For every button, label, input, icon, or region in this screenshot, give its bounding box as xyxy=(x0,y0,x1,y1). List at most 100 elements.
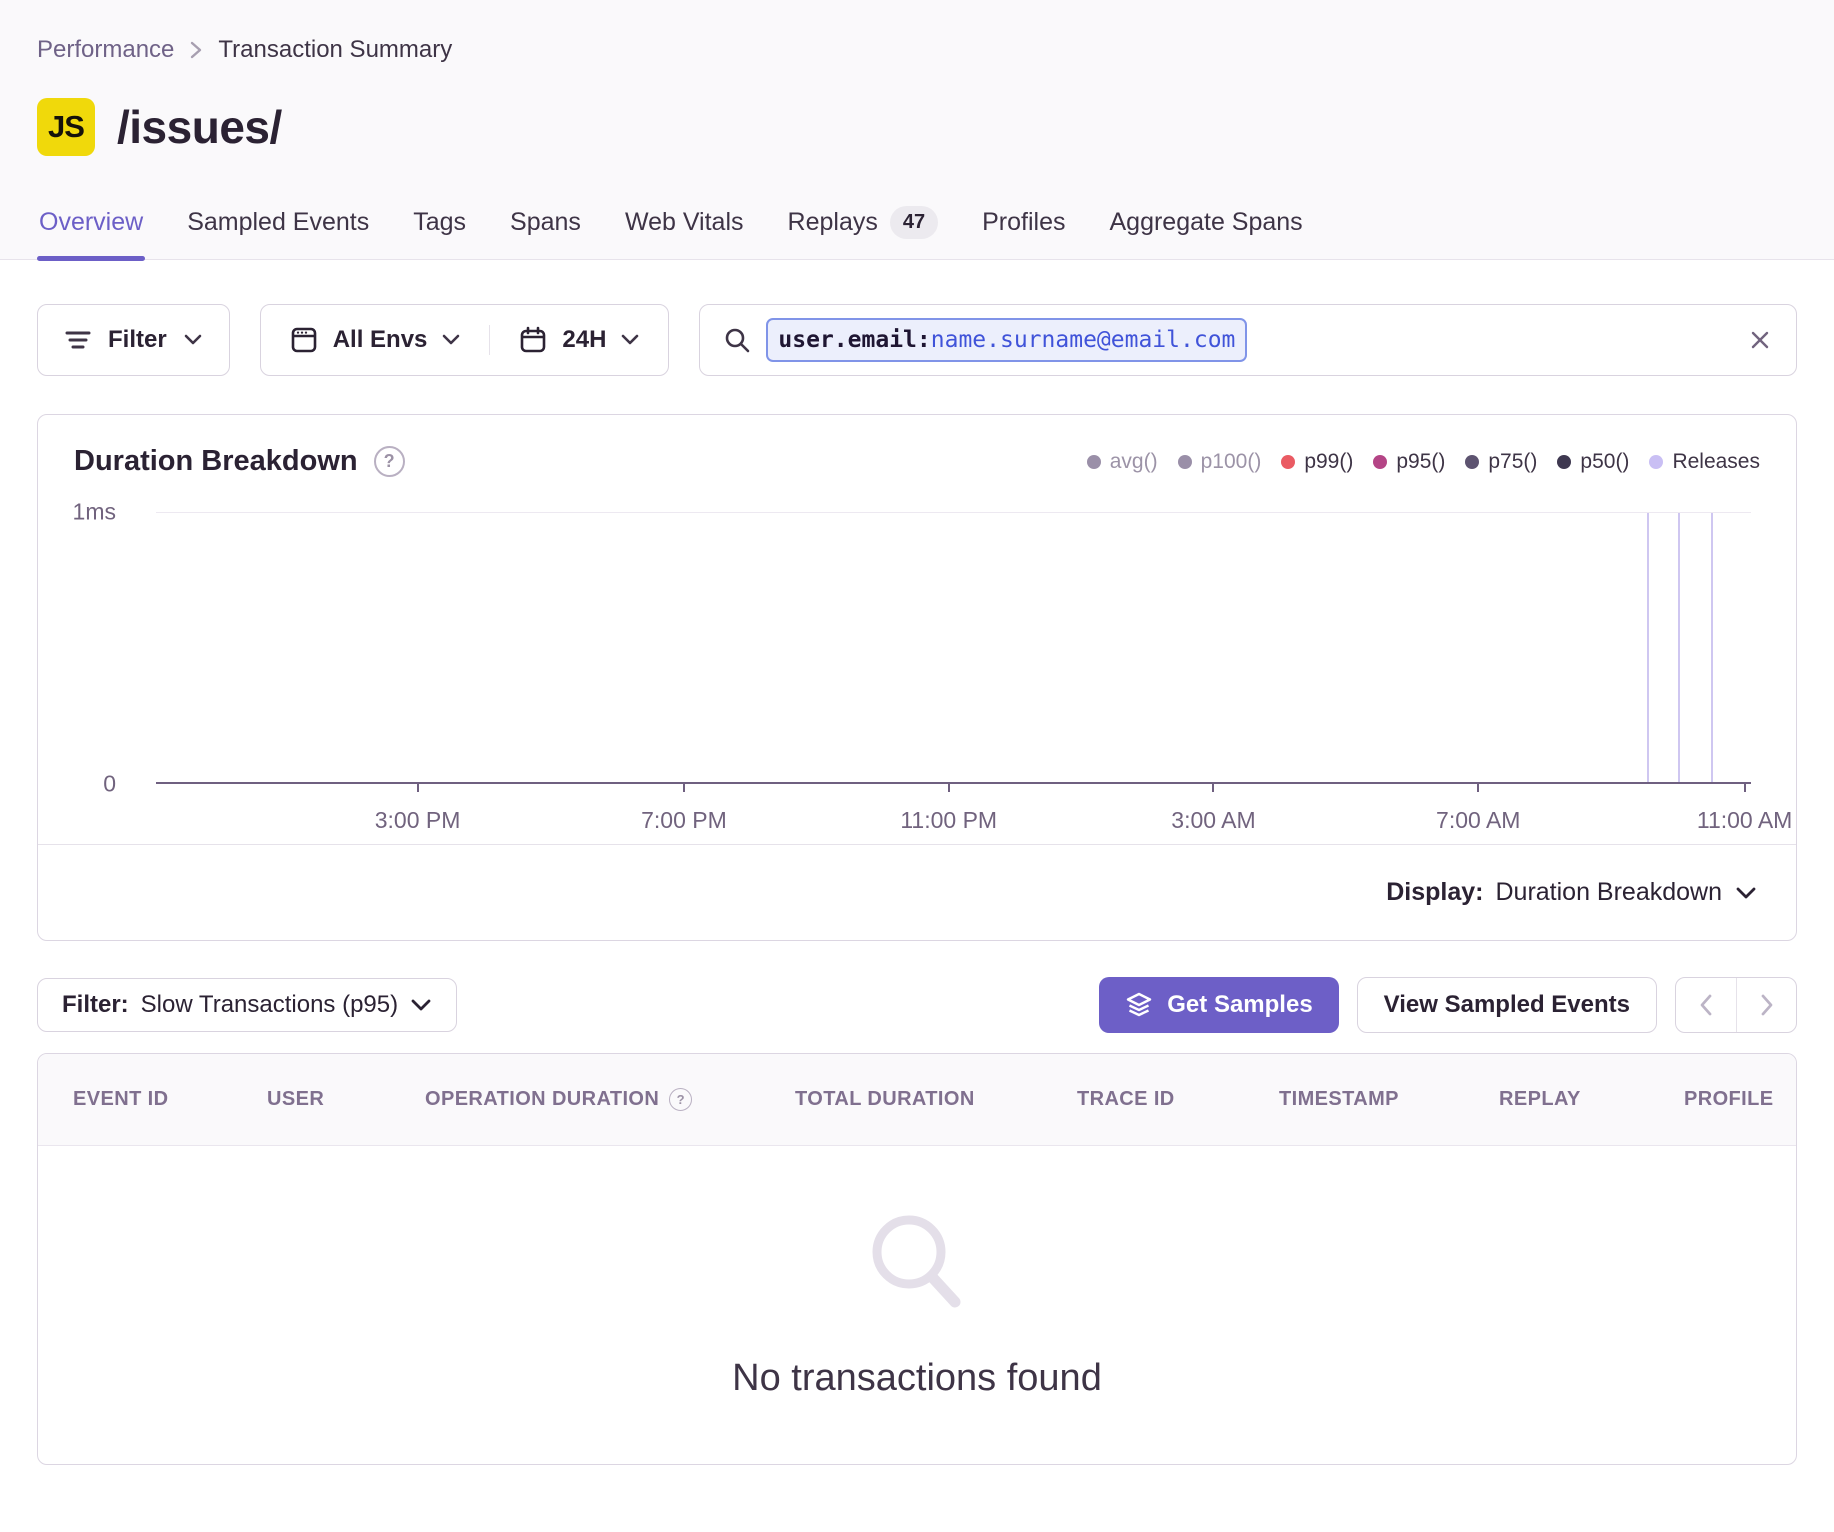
help-icon[interactable]: ? xyxy=(669,1088,692,1111)
pagination xyxy=(1675,977,1797,1033)
date-range-selector[interactable]: 24H xyxy=(489,325,668,355)
page-header: Performance Transaction Summary JS /issu… xyxy=(0,0,1834,260)
filter-bar: Filter All Envs 24H xyxy=(37,304,1797,376)
x-axis-label: 3:00 AM xyxy=(1171,807,1255,834)
tab-overview[interactable]: Overview xyxy=(37,200,145,259)
legend-dot xyxy=(1281,455,1295,469)
y-axis-label-0: 0 xyxy=(44,771,116,798)
replays-count-badge: 47 xyxy=(890,206,938,239)
x-axis-label: 7:00 AM xyxy=(1436,807,1520,834)
tab-aggregate-spans[interactable]: Aggregate Spans xyxy=(1107,200,1304,259)
x-axis-tick xyxy=(948,784,950,792)
plot: 3:00 PM 7:00 PM 11:00 PM 3:00 AM 7:00 AM… xyxy=(156,512,1751,784)
view-sampled-events-button[interactable]: View Sampled Events xyxy=(1357,977,1657,1033)
get-samples-button[interactable]: Get Samples xyxy=(1099,977,1338,1033)
duration-breakdown-panel: Duration Breakdown ? avg() p100() p99() … xyxy=(37,414,1797,941)
tab-sampled-events[interactable]: Sampled Events xyxy=(185,200,371,259)
legend-item-avg[interactable]: avg() xyxy=(1087,450,1158,474)
gridline-1ms xyxy=(156,512,1751,513)
chevron-down-icon xyxy=(410,998,432,1013)
chevron-down-icon xyxy=(441,333,461,347)
legend-dot xyxy=(1557,455,1571,469)
x-axis-label: 3:00 PM xyxy=(375,807,461,834)
empty-state: No transactions found xyxy=(38,1146,1796,1464)
legend-item-releases[interactable]: Releases xyxy=(1649,450,1760,474)
release-marker-line[interactable] xyxy=(1647,513,1649,782)
x-axis-tick xyxy=(1744,784,1746,792)
token-value: name.surname@email.com xyxy=(931,327,1236,353)
legend-item-p99[interactable]: p99() xyxy=(1281,450,1353,474)
chart-plot-area: 1ms 0 3:00 PM 7:00 PM 11:00 PM 3:00 AM 7… xyxy=(38,484,1796,844)
column-header-trace-id: TRACE ID xyxy=(1077,1088,1279,1111)
chevron-down-icon xyxy=(1734,885,1758,901)
samples-toolbar: Filter: Slow Transactions (p95) Get Samp… xyxy=(37,977,1797,1033)
page-title: /issues/ xyxy=(117,100,282,154)
display-value: Duration Breakdown xyxy=(1495,878,1722,907)
chevron-down-icon xyxy=(183,333,203,347)
environment-selector[interactable]: All Envs xyxy=(261,325,490,355)
release-marker-line[interactable] xyxy=(1678,513,1680,782)
magnifier-empty-icon xyxy=(857,1202,977,1327)
tab-bar: Overview Sampled Events Tags Spans Web V… xyxy=(37,200,1797,259)
breadcrumb: Performance Transaction Summary xyxy=(37,36,1797,64)
legend-dot xyxy=(1178,455,1192,469)
env-date-group: All Envs 24H xyxy=(260,304,670,376)
display-label: Display: xyxy=(1386,878,1483,907)
display-selector[interactable]: Display: Duration Breakdown xyxy=(38,844,1796,940)
release-marker-line[interactable] xyxy=(1711,513,1713,782)
javascript-platform-icon: JS xyxy=(37,98,95,156)
next-page-button[interactable] xyxy=(1736,978,1796,1032)
x-axis-label: 7:00 PM xyxy=(641,807,727,834)
chevron-right-icon xyxy=(188,38,204,62)
window-icon xyxy=(289,325,319,355)
x-axis-tick xyxy=(1477,784,1479,792)
tab-profiles[interactable]: Profiles xyxy=(980,200,1067,259)
legend-item-p100[interactable]: p100() xyxy=(1178,450,1262,474)
help-icon[interactable]: ? xyxy=(374,446,405,477)
legend-item-p95[interactable]: p95() xyxy=(1373,450,1445,474)
transaction-filter-dropdown[interactable]: Filter: Slow Transactions (p95) xyxy=(37,978,457,1032)
tab-spans[interactable]: Spans xyxy=(508,200,583,259)
chart-header: Duration Breakdown ? avg() p100() p99() … xyxy=(38,415,1796,478)
column-header-timestamp: TIMESTAMP xyxy=(1279,1088,1499,1111)
calendar-icon xyxy=(518,325,548,355)
column-header-user: USER xyxy=(267,1088,425,1111)
filter-button[interactable]: Filter xyxy=(37,304,230,376)
legend-dot xyxy=(1465,455,1479,469)
table-header-row: EVENT ID USER OPERATION DURATION ? TOTAL… xyxy=(38,1054,1796,1146)
breadcrumb-transaction-summary: Transaction Summary xyxy=(218,36,452,64)
legend-dot xyxy=(1649,455,1663,469)
search-input[interactable]: user.email:name.surname@email.com xyxy=(699,304,1797,376)
breadcrumb-performance[interactable]: Performance xyxy=(37,36,174,64)
column-header-operation-duration: OPERATION DURATION ? xyxy=(425,1088,795,1111)
tab-replays[interactable]: Replays 47 xyxy=(786,200,941,259)
transactions-table: EVENT ID USER OPERATION DURATION ? TOTAL… xyxy=(37,1053,1797,1465)
layers-icon xyxy=(1125,991,1153,1019)
token-key: user.email: xyxy=(778,327,930,353)
x-axis-tick xyxy=(417,784,419,792)
previous-page-button[interactable] xyxy=(1676,978,1736,1032)
chart-legend: avg() p100() p99() p95() p75() p50() Rel… xyxy=(1087,450,1760,474)
legend-dot xyxy=(1087,455,1101,469)
search-filter-token[interactable]: user.email:name.surname@email.com xyxy=(766,318,1247,362)
clear-search-button[interactable] xyxy=(1746,326,1774,354)
x-axis-label: 11:00 AM xyxy=(1697,807,1792,834)
chart-title: Duration Breakdown xyxy=(74,445,358,478)
legend-item-p50[interactable]: p50() xyxy=(1557,450,1629,474)
column-header-profile: PROFILE xyxy=(1684,1088,1773,1111)
legend-item-p75[interactable]: p75() xyxy=(1465,450,1537,474)
filter-lines-icon xyxy=(64,328,92,352)
legend-dot xyxy=(1373,455,1387,469)
x-axis-tick xyxy=(1212,784,1214,792)
empty-state-message: No transactions found xyxy=(732,1357,1102,1400)
toolbar-right: Get Samples View Sampled Events xyxy=(1099,977,1797,1033)
x-axis-label: 11:00 PM xyxy=(900,807,997,834)
tab-tags[interactable]: Tags xyxy=(411,200,468,259)
column-header-event-id: EVENT ID xyxy=(73,1088,267,1111)
column-header-total-duration: TOTAL DURATION xyxy=(795,1088,1077,1111)
tab-web-vitals[interactable]: Web Vitals xyxy=(623,200,746,259)
x-axis-tick xyxy=(683,784,685,792)
column-header-replay: REPLAY xyxy=(1499,1088,1684,1111)
search-icon xyxy=(722,325,752,355)
y-axis-label-1ms: 1ms xyxy=(44,499,116,526)
